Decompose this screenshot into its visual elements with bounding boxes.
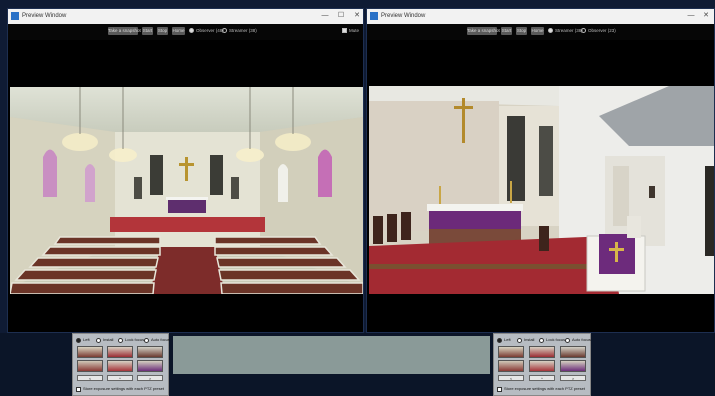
left-preview-window: Preview Window — ☐ ✕ Take a snapshot Sta…: [7, 8, 364, 333]
option-label: Lock focus: [125, 337, 145, 342]
left-video-feed[interactable]: [10, 87, 363, 294]
left-ptz-control-panel: Left Install Lock focus Auto focus < ^ >…: [72, 333, 170, 396]
tilt-up-button[interactable]: ^: [529, 375, 555, 381]
minimize-button[interactable]: —: [319, 10, 331, 22]
church-chancel-image: [369, 86, 714, 294]
preset-thumbnail[interactable]: [77, 360, 103, 372]
streamer-radio-label: Streamer (38): [555, 28, 583, 33]
observer-radio[interactable]: [581, 27, 586, 33]
store-exposure-checkbox[interactable]: [76, 386, 81, 392]
right-ptz-control-panel: Left Install Lock focus Auto focus < ^ >…: [493, 333, 591, 396]
store-exposure-label: Store exposure settings with each PTZ pr…: [504, 386, 585, 391]
left-window-titlebar[interactable]: Preview Window — ☐ ✕: [8, 9, 363, 25]
streamer-radio[interactable]: [548, 27, 553, 33]
right-window-title: Preview Window: [381, 13, 426, 19]
left-window-title: Preview Window: [22, 13, 67, 19]
preset-thumbnail[interactable]: [529, 360, 555, 372]
streamer-radio[interactable]: [222, 27, 227, 33]
store-exposure-label: Store exposure settings with each PTZ pr…: [83, 386, 164, 391]
observer-radio-label: Observer (48): [196, 28, 224, 33]
close-button[interactable]: ✕: [351, 10, 363, 22]
home-button[interactable]: Home: [531, 27, 544, 35]
snapshot-button[interactable]: Take a snapshot: [467, 27, 500, 35]
preset-thumbnail[interactable]: [529, 346, 555, 358]
mute-label: Mute: [349, 28, 360, 33]
option-label: Lock focus: [546, 337, 566, 342]
pan-left-button[interactable]: <: [498, 375, 524, 381]
right-toolbar: Take a snapshot Start Stop Home Streamer…: [367, 24, 714, 40]
right-video-feed[interactable]: [369, 86, 714, 294]
preset-thumbnail[interactable]: [107, 346, 133, 358]
stop-button[interactable]: Stop: [157, 27, 168, 35]
option-radio-install[interactable]: [517, 337, 522, 343]
start-button[interactable]: Start: [501, 27, 512, 35]
preset-thumbnail[interactable]: [498, 360, 524, 372]
preset-thumbnail[interactable]: [137, 360, 163, 372]
option-label: Install: [103, 337, 114, 342]
close-button[interactable]: ✕: [700, 10, 712, 22]
preset-thumbnail[interactable]: [107, 360, 133, 372]
stop-button[interactable]: Stop: [516, 27, 527, 35]
tilt-up-button[interactable]: ^: [107, 375, 133, 381]
preset-thumbnail[interactable]: [498, 346, 524, 358]
background-center-panel: [173, 336, 490, 374]
pan-right-button[interactable]: >: [560, 375, 586, 381]
focus-options-row: Left Install Lock focus Auto focus: [76, 336, 170, 344]
focus-options-row: Left Install Lock focus Auto focus: [497, 336, 591, 344]
streamer-radio-label: Streamer (38): [229, 28, 257, 33]
option-label: Left: [83, 337, 90, 342]
church-nave-image: [10, 87, 363, 294]
home-button[interactable]: Home: [172, 27, 185, 35]
option-label: Install: [524, 337, 535, 342]
snapshot-button[interactable]: Take a snapshot: [108, 27, 141, 35]
option-radio-auto-focus[interactable]: [144, 337, 149, 343]
option-radio-left[interactable]: [76, 337, 81, 343]
minimize-button[interactable]: —: [685, 10, 697, 22]
option-label: Left: [504, 337, 511, 342]
preset-thumbnail[interactable]: [560, 360, 586, 372]
right-preview-window: Preview Window — ✕ Take a snapshot Start…: [366, 8, 715, 333]
observer-radio-label: Observer (23): [588, 28, 616, 33]
pan-right-button[interactable]: >: [137, 375, 163, 381]
app-icon: [370, 12, 378, 20]
option-radio-lock-focus[interactable]: [118, 337, 123, 343]
store-exposure-checkbox[interactable]: [497, 386, 502, 392]
preset-thumbnail[interactable]: [77, 346, 103, 358]
footer-row: Store exposure settings with each PTZ pr…: [76, 385, 165, 393]
option-radio-lock-focus[interactable]: [539, 337, 544, 343]
pan-left-button[interactable]: <: [77, 375, 103, 381]
option-radio-left[interactable]: [497, 337, 502, 343]
start-button[interactable]: Start: [142, 27, 153, 35]
observer-radio[interactable]: [189, 27, 194, 33]
option-radio-auto-focus[interactable]: [565, 337, 570, 343]
preset-thumbnail[interactable]: [137, 346, 163, 358]
left-toolbar: Take a snapshot Start Stop Home Observer…: [8, 24, 363, 40]
option-label: Auto focus: [151, 337, 170, 342]
app-icon: [11, 12, 19, 20]
mute-checkbox[interactable]: [342, 27, 347, 33]
option-label: Auto focus: [572, 337, 591, 342]
footer-row: Store exposure settings with each PTZ pr…: [497, 385, 587, 393]
option-radio-install[interactable]: [96, 337, 101, 343]
maximize-button[interactable]: ☐: [335, 10, 347, 22]
right-window-titlebar[interactable]: Preview Window — ✕: [367, 9, 714, 25]
preset-thumbnail[interactable]: [560, 346, 586, 358]
